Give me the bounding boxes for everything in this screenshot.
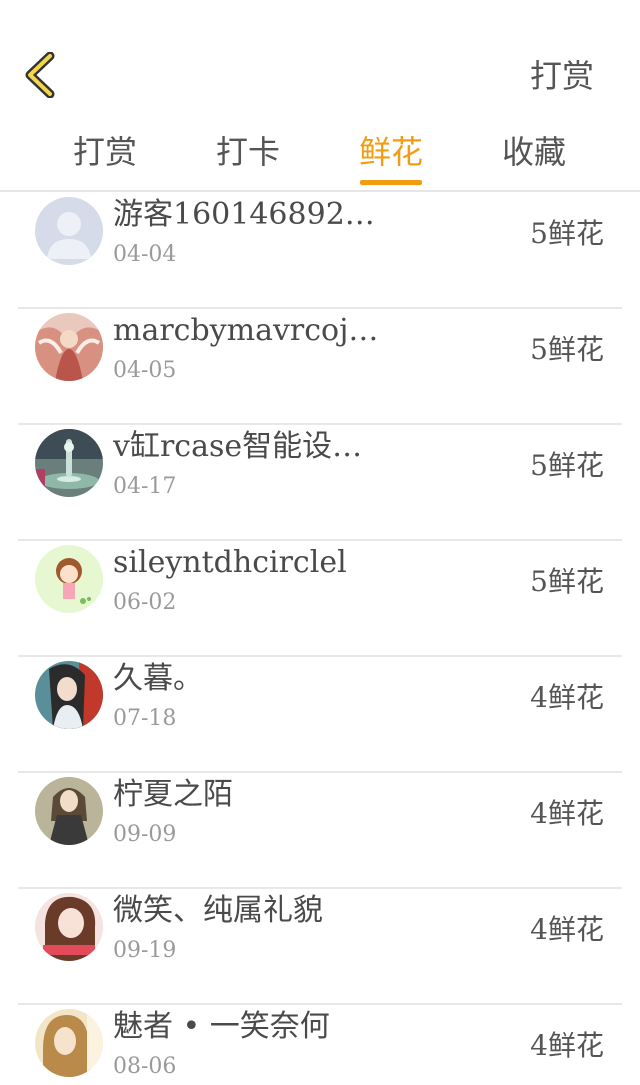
flower-count: 5鲜花 — [530, 565, 604, 598]
angel-avatar-icon — [35, 313, 103, 381]
tab-label: 打卡 — [215, 133, 280, 171]
flower-list[interactable]: 游客160146892… 04-04 5鲜花 marcbymavrcoj… 04… — [0, 192, 640, 1085]
list-item[interactable]: 微笑、纯属礼貌 09-19 4鲜花 — [18, 888, 622, 1005]
flower-count: 4鲜花 — [530, 797, 604, 830]
date: 04-05 — [113, 358, 177, 383]
list-item[interactable]: v缸rcase智能设… 04-17 5鲜花 — [18, 424, 622, 541]
dress-girl-avatar-icon — [35, 777, 103, 845]
date: 09-09 — [113, 822, 177, 847]
flower-count: 5鲜花 — [530, 449, 604, 482]
tab-reward[interactable]: 打赏 — [45, 128, 165, 188]
user-name: v缸rcase智能设… — [113, 429, 363, 464]
flower-count: 5鲜花 — [530, 333, 604, 366]
reward-button[interactable]: 打赏 — [530, 56, 594, 96]
flower-count: 4鲜花 — [530, 913, 604, 946]
tab-label: 打赏 — [72, 133, 137, 171]
list-item[interactable]: sileyntdhcirclel 06-02 5鲜花 — [18, 540, 622, 657]
avatar — [35, 777, 103, 845]
girl-avatar-icon — [35, 661, 103, 729]
user-name: 微笑、纯属礼貌 — [113, 893, 323, 928]
user-name: 魅者 • 一笑奈何 — [113, 1009, 330, 1044]
tab-label: 收藏 — [501, 133, 566, 171]
default-avatar-icon — [35, 197, 103, 265]
avatar — [35, 661, 103, 729]
list-item[interactable]: 魅者 • 一笑奈何 08-06 4鲜花 — [18, 1004, 622, 1085]
list-item[interactable]: marcbymavrcoj… 04-05 5鲜花 — [18, 308, 622, 425]
date: 08-06 — [113, 1054, 177, 1079]
date: 04-17 — [113, 474, 177, 499]
header: 打赏 打赏 打卡 鲜花 收藏 — [0, 0, 640, 190]
list-item[interactable]: 柠夏之陌 09-09 4鲜花 — [18, 772, 622, 889]
blonde-avatar-icon — [35, 1009, 103, 1077]
avatar — [35, 313, 103, 381]
water-drop-avatar-icon — [35, 429, 103, 497]
tab-bar: 打赏 打卡 鲜花 收藏 — [0, 128, 640, 188]
tab-label: 鲜花 — [358, 133, 423, 171]
tab-checkin[interactable]: 打卡 — [188, 128, 308, 188]
avatar — [35, 545, 103, 613]
tab-favorites[interactable]: 收藏 — [474, 128, 594, 188]
back-button[interactable] — [22, 51, 62, 99]
user-name: sileyntdhcirclel — [113, 545, 347, 580]
avatar — [35, 893, 103, 961]
user-name: 久暮。 — [113, 661, 203, 696]
avatar — [35, 429, 103, 497]
date: 06-02 — [113, 590, 177, 615]
flower-count: 4鲜花 — [530, 681, 604, 714]
list-item[interactable]: 游客160146892… 04-04 5鲜花 — [18, 192, 622, 309]
chevron-left-icon — [25, 51, 55, 99]
avatar — [35, 197, 103, 265]
date: 07-18 — [113, 706, 177, 731]
tab-flowers[interactable]: 鲜花 — [331, 128, 451, 188]
avatar — [35, 1009, 103, 1077]
portrait-avatar-icon — [35, 893, 103, 961]
date: 04-04 — [113, 242, 177, 267]
cartoon-girl-avatar-icon — [35, 545, 103, 613]
flower-count: 5鲜花 — [530, 217, 604, 250]
user-name: marcbymavrcoj… — [113, 313, 379, 348]
user-name: 柠夏之陌 — [113, 777, 233, 812]
flower-count: 4鲜花 — [530, 1029, 604, 1062]
date: 09-19 — [113, 938, 177, 963]
list-item[interactable]: 久暮。 07-18 4鲜花 — [18, 656, 622, 773]
active-tab-indicator — [360, 180, 422, 185]
user-name: 游客160146892… — [113, 197, 375, 232]
